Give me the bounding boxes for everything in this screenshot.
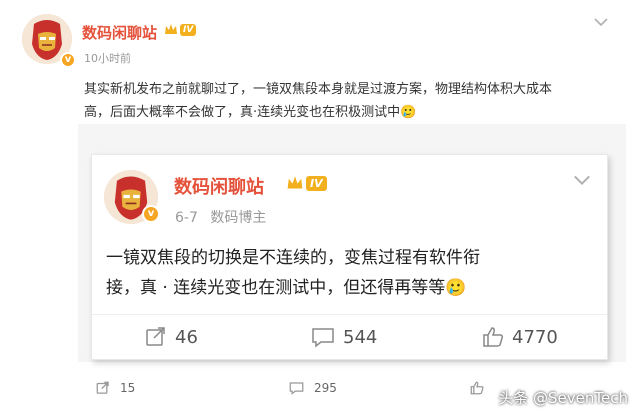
watermark: 头条 @SevenTech — [498, 389, 628, 407]
quoted-date: 6-7 — [175, 210, 198, 226]
level-text: IV — [180, 23, 197, 36]
comment-count: 295 — [314, 381, 337, 395]
post-text-line2-text: 高，后面大概率不会做了，真·连续光变也在积极测试中 — [84, 105, 401, 120]
post-text-line2: 高，后面大概率不会做了，真·连续光变也在积极测试中🥲 — [84, 101, 416, 120]
quoted-level-text: IV — [306, 175, 327, 191]
repost-button[interactable]: 15 — [96, 381, 135, 395]
quoted-like-button[interactable]: 4770 — [482, 326, 558, 348]
post-time: 10小时前 — [84, 52, 131, 65]
grin-sweat-emoji-icon: 🥲 — [400, 105, 417, 120]
quoted-text-line2: 接，真 · 连续光变也在测试中，但还得再等等🥲 — [106, 273, 466, 298]
comment-icon — [312, 328, 334, 348]
repost-count: 15 — [120, 381, 136, 395]
level-badge: IV — [164, 23, 197, 36]
quoted-text-line1: 一镜双焦段的切换是不连续的，变焦过程有软件衔 — [106, 248, 480, 268]
quoted-like-count: 4770 — [512, 326, 558, 348]
share-icon — [146, 327, 165, 346]
chevron-down-icon[interactable] — [594, 17, 608, 27]
post-author-name[interactable]: 数码闲聊站 — [82, 22, 157, 43]
quoted-repost-count: 46 — [175, 326, 198, 348]
quoted-meta: 6-7 数码博主 — [175, 207, 266, 227]
crown-icon — [165, 24, 177, 34]
like-button[interactable] — [470, 381, 484, 395]
post-text-line1: 其实新机发布之前就聊过了，一镜双焦段本身就是过渡方案，物理结构体积大成本 — [84, 82, 553, 97]
quoted-level-badge: IV — [286, 175, 327, 191]
quoted-repost-button[interactable]: 46 — [145, 326, 198, 348]
grin-sweat-emoji-icon: 🥲 — [445, 278, 467, 298]
quoted-comment-button[interactable]: 544 — [311, 326, 377, 348]
quoted-text-line2-text: 接，真 · 连续光变也在测试中，但还得再等等 — [106, 278, 446, 298]
quoted-comment-count: 544 — [343, 326, 378, 348]
quoted-author-name[interactable]: 数码闲聊站 — [174, 173, 264, 199]
quoted-divider — [92, 314, 607, 315]
crown-icon — [287, 176, 303, 189]
comment-icon — [289, 382, 304, 395]
comment-button[interactable]: 295 — [289, 381, 337, 395]
chevron-down-icon[interactable] — [573, 174, 591, 186]
verified-badge-icon: v — [60, 52, 76, 68]
thumbs-up-icon — [483, 327, 504, 347]
thumbs-up-icon — [470, 381, 484, 395]
share-icon — [96, 381, 109, 394]
quoted-role: 数码博主 — [210, 210, 267, 226]
verified-badge-icon: v — [142, 205, 160, 223]
